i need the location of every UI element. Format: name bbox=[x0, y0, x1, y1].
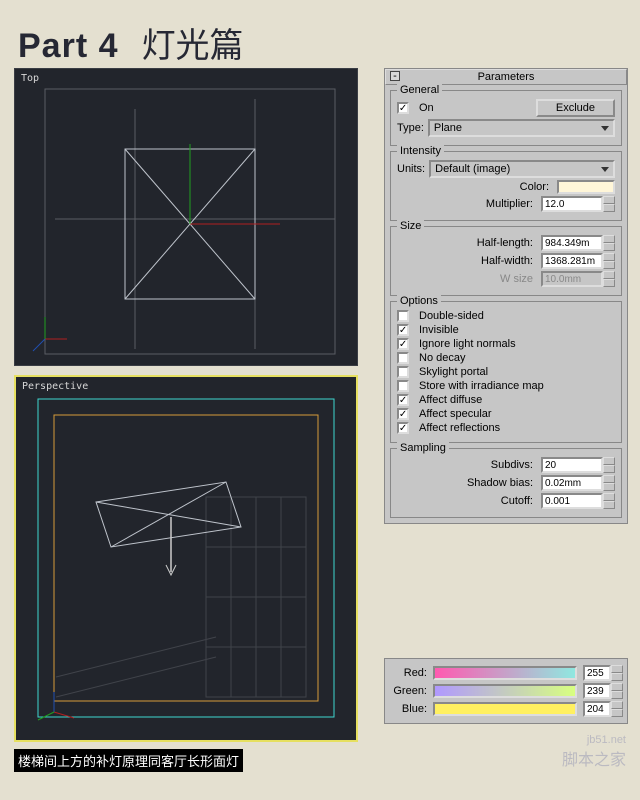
group-intensity-title: Intensity bbox=[397, 145, 444, 157]
chevron-down-icon bbox=[601, 167, 609, 172]
label-half-length: Half-length: bbox=[397, 237, 537, 249]
group-options: Options Double-sidedInvisibleIgnore ligh… bbox=[390, 301, 622, 443]
slider-red[interactable] bbox=[433, 666, 577, 680]
page-title-part: Part 4 bbox=[18, 27, 119, 65]
spinner-blue[interactable] bbox=[611, 701, 623, 717]
caption: 楼梯间上方的补灯原理同客厅长形面灯 bbox=[14, 749, 243, 772]
spinner-w-size bbox=[603, 271, 615, 287]
label-red: Red: bbox=[389, 667, 427, 679]
spinner-red[interactable] bbox=[611, 665, 623, 681]
rollout-title: Parameters bbox=[478, 71, 535, 83]
label-option: Double-sided bbox=[419, 310, 484, 322]
slider-green[interactable] bbox=[433, 684, 577, 698]
input-subdivs[interactable] bbox=[541, 457, 603, 473]
label-on: On bbox=[419, 102, 434, 114]
label-option: Affect reflections bbox=[419, 422, 500, 434]
label-multiplier: Multiplier: bbox=[397, 198, 537, 210]
checkbox-option[interactable] bbox=[397, 366, 409, 378]
spinner-half-length[interactable] bbox=[603, 235, 615, 251]
group-sampling: Sampling Subdivs: Shadow bias: Cutoff: bbox=[390, 448, 622, 518]
label-color: Color: bbox=[397, 181, 553, 193]
spinner-multiplier[interactable] bbox=[603, 196, 615, 212]
label-w-size: W size bbox=[397, 273, 537, 285]
input-shadow-bias[interactable] bbox=[541, 475, 603, 491]
group-size: Size Half-length: Half-width: W size bbox=[390, 226, 622, 296]
spinner-subdivs[interactable] bbox=[603, 457, 615, 473]
color-swatch[interactable] bbox=[557, 180, 615, 194]
group-intensity: Intensity Units: Default (image) Color: … bbox=[390, 151, 622, 221]
checkbox-option[interactable] bbox=[397, 338, 409, 350]
label-cutoff: Cutoff: bbox=[397, 495, 537, 507]
input-blue[interactable] bbox=[583, 701, 611, 717]
label-option: Affect diffuse bbox=[419, 394, 482, 406]
label-half-width: Half-width: bbox=[397, 255, 537, 267]
label-subdivs: Subdivs: bbox=[397, 459, 537, 471]
select-units[interactable]: Default (image) bbox=[429, 160, 615, 178]
label-option: Ignore light normals bbox=[419, 338, 516, 350]
label-green: Green: bbox=[389, 685, 427, 697]
checkbox-on[interactable] bbox=[397, 102, 409, 114]
spinner-shadow-bias[interactable] bbox=[603, 475, 615, 491]
checkbox-option[interactable] bbox=[397, 422, 409, 434]
spinner-cutoff[interactable] bbox=[603, 493, 615, 509]
group-options-title: Options bbox=[397, 295, 441, 307]
input-green[interactable] bbox=[583, 683, 611, 699]
slider-blue[interactable] bbox=[433, 702, 577, 716]
group-general-title: General bbox=[397, 84, 442, 96]
group-general: General On Exclude Type: Plane bbox=[390, 90, 622, 146]
input-half-width[interactable] bbox=[541, 253, 603, 269]
group-size-title: Size bbox=[397, 220, 424, 232]
checkbox-option[interactable] bbox=[397, 352, 409, 364]
rollout-toggle-icon[interactable]: - bbox=[390, 71, 400, 81]
viewport-persp-wireframe bbox=[16, 377, 356, 740]
label-option: Invisible bbox=[419, 324, 459, 336]
watermark: jb51.net脚本之家 bbox=[562, 730, 626, 770]
input-w-size bbox=[541, 271, 603, 287]
label-units: Units: bbox=[397, 163, 425, 175]
input-cutoff[interactable] bbox=[541, 493, 603, 509]
page-title-zh: 灯光篇 bbox=[142, 27, 244, 65]
checkbox-option[interactable] bbox=[397, 408, 409, 420]
label-option: No decay bbox=[419, 352, 465, 364]
chevron-down-icon bbox=[601, 126, 609, 131]
rollout-header-parameters[interactable]: - Parameters bbox=[385, 69, 627, 85]
viewport-top-wireframe bbox=[15, 69, 359, 367]
group-sampling-title: Sampling bbox=[397, 442, 449, 454]
exclude-button[interactable]: Exclude bbox=[536, 99, 615, 117]
rgb-panel: Red: Green: Blue: bbox=[384, 658, 628, 724]
label-type: Type: bbox=[397, 122, 424, 134]
checkbox-option[interactable] bbox=[397, 310, 409, 322]
input-multiplier[interactable] bbox=[541, 196, 603, 212]
spinner-half-width[interactable] bbox=[603, 253, 615, 269]
select-type[interactable]: Plane bbox=[428, 119, 615, 137]
viewport-perspective[interactable]: Perspective bbox=[14, 375, 358, 742]
checkbox-option[interactable] bbox=[397, 394, 409, 406]
label-option: Skylight portal bbox=[419, 366, 488, 378]
input-half-length[interactable] bbox=[541, 235, 603, 251]
checkbox-option[interactable] bbox=[397, 380, 409, 392]
input-red[interactable] bbox=[583, 665, 611, 681]
spinner-green[interactable] bbox=[611, 683, 623, 699]
viewport-top-label: Top bbox=[21, 73, 39, 84]
viewport-persp-label: Perspective bbox=[22, 381, 88, 392]
label-option: Affect specular bbox=[419, 408, 492, 420]
label-shadow-bias: Shadow bias: bbox=[397, 477, 537, 489]
label-blue: Blue: bbox=[389, 703, 427, 715]
checkbox-option[interactable] bbox=[397, 324, 409, 336]
parameters-panel: - Parameters General On Exclude Type: Pl… bbox=[384, 68, 628, 524]
label-option: Store with irradiance map bbox=[419, 380, 544, 392]
viewport-top[interactable]: Top bbox=[14, 68, 358, 366]
